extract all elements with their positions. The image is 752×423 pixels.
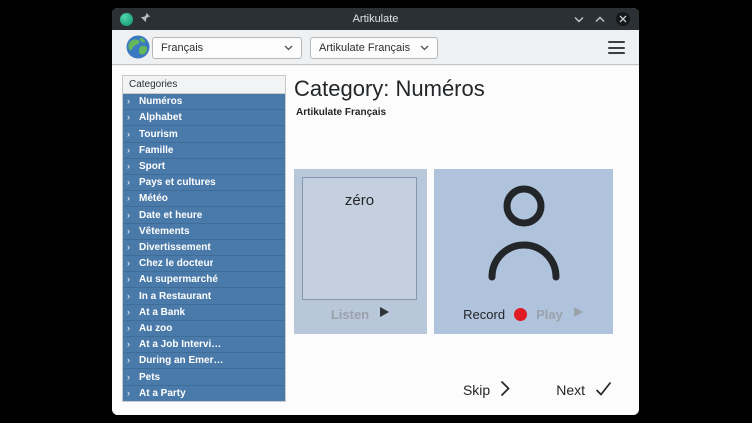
check-icon (595, 381, 612, 399)
chevron-right-icon: › (127, 340, 134, 349)
language-select[interactable]: Français (152, 37, 302, 59)
minimize-button[interactable] (574, 10, 584, 28)
sidebar-item-label: Sport (139, 161, 165, 172)
menu-button[interactable] (608, 41, 625, 54)
chevron-right-icon: › (127, 227, 134, 236)
maximize-button[interactable] (595, 10, 605, 28)
chevron-right-icon: › (127, 292, 134, 301)
sidebar-item-15[interactable]: › Au zoo (123, 321, 285, 337)
listen-play-icon[interactable] (378, 305, 390, 323)
close-button[interactable] (616, 12, 630, 26)
chevron-right-icon: › (127, 146, 134, 155)
chevron-right-icon: › (127, 324, 134, 333)
chevron-right-icon: › (127, 211, 134, 220)
language-select-value: Français (161, 42, 284, 54)
sidebar-item-9[interactable]: › Vêtements (123, 224, 285, 240)
chevron-right-icon: › (127, 243, 134, 252)
play-button-label: Play (536, 307, 563, 322)
course-select[interactable]: Artikulate Français (310, 37, 438, 59)
sidebar-item-12[interactable]: › Au supermarché (123, 272, 285, 288)
course-select-value: Artikulate Français (319, 42, 420, 54)
person-icon (434, 181, 613, 281)
sidebar-item-13[interactable]: › In a Restaurant (123, 288, 285, 304)
globe-icon (125, 34, 151, 65)
sidebar-item-label: Vêtements (139, 226, 190, 237)
chevron-down-icon (284, 42, 293, 54)
record-button-label: Record (463, 307, 505, 322)
sidebar-item-1[interactable]: › Numéros (123, 94, 285, 110)
chevron-right-icon (500, 380, 510, 400)
skip-button[interactable]: Skip (463, 380, 510, 400)
sidebar-item-label: At a Job Intervi… (139, 339, 221, 350)
artikulate-window: Artikulate (112, 8, 639, 415)
sidebar-item-label: During an Emer… (139, 355, 223, 366)
sidebar-item-3[interactable]: › Tourism (123, 126, 285, 142)
sidebar-item-label: Chez le docteur (139, 258, 213, 269)
sidebar-item-5[interactable]: › Sport (123, 159, 285, 175)
toolbar: Français Artikulate Français (112, 30, 639, 65)
chevron-right-icon: › (127, 389, 134, 398)
record-button[interactable] (514, 308, 527, 321)
sidebar-item-16[interactable]: › At a Job Intervi… (123, 337, 285, 353)
sidebar-item-10[interactable]: › Divertissement (123, 240, 285, 256)
sidebar-item-label: In a Restaurant (139, 291, 211, 302)
sidebar-item-label: Date et heure (139, 210, 202, 221)
chevron-right-icon: › (127, 259, 134, 268)
phrase-box: zéro (302, 177, 417, 300)
chevron-right-icon: › (127, 373, 134, 382)
record-card: Record Play (434, 169, 613, 334)
phrase-text: zéro (345, 192, 374, 299)
sidebar-item-label: Météo (139, 193, 168, 204)
skip-button-label: Skip (463, 382, 490, 398)
window-title: Artikulate (112, 8, 639, 30)
sidebar-item-label: Alphabet (139, 112, 182, 123)
sidebar-item-8[interactable]: › Date et heure (123, 207, 285, 223)
page-subtitle: Artikulate Français (296, 107, 386, 118)
sidebar-item-label: At a Party (139, 388, 186, 399)
sidebar-item-17[interactable]: › During an Emer… (123, 353, 285, 369)
next-button[interactable]: Next (556, 381, 612, 399)
sidebar-item-label: Numéros (139, 96, 182, 107)
sidebar-item-label: Au supermarché (139, 274, 218, 285)
sidebar-item-label: Divertissement (139, 242, 211, 253)
chevron-right-icon: › (127, 178, 134, 187)
categories-header: Categories (123, 76, 285, 94)
pin-icon[interactable] (140, 10, 151, 28)
next-button-label: Next (556, 382, 585, 398)
titlebar[interactable]: Artikulate (112, 8, 639, 30)
sidebar-item-2[interactable]: › Alphabet (123, 110, 285, 126)
sidebar-item-14[interactable]: › At a Bank (123, 305, 285, 321)
desktop-background: Artikulate (0, 0, 752, 423)
chevron-right-icon: › (127, 130, 134, 139)
chevron-right-icon: › (127, 194, 134, 203)
sidebar-item-label: At a Bank (139, 307, 185, 318)
phrase-card: zéro Listen (294, 169, 427, 334)
sidebar-item-6[interactable]: › Pays et cultures (123, 175, 285, 191)
app-icon[interactable] (120, 13, 133, 26)
chevron-right-icon: › (127, 97, 134, 106)
chevron-right-icon: › (127, 275, 134, 284)
sidebar-item-7[interactable]: › Météo (123, 191, 285, 207)
sidebar-item-4[interactable]: › Famille (123, 143, 285, 159)
chevron-down-icon (420, 42, 429, 54)
chevron-right-icon: › (127, 113, 134, 122)
sidebar-item-label: Pays et cultures (139, 177, 216, 188)
sidebar-item-19[interactable]: › At a Party (123, 386, 285, 401)
sidebar-item-label: Famille (139, 145, 173, 156)
page-title: Category: Numéros (294, 76, 485, 102)
chevron-right-icon: › (127, 162, 134, 171)
sidebar-item-label: Tourism (139, 129, 178, 140)
sidebar-item-label: Au zoo (139, 323, 172, 334)
sidebar-item-label: Pets (139, 372, 160, 383)
chevron-right-icon: › (127, 308, 134, 317)
bottom-nav: Skip Next (463, 380, 612, 400)
sidebar-item-18[interactable]: › Pets (123, 369, 285, 385)
category-list: › Numéros › Alphabet › Tourism › Famille… (123, 94, 285, 401)
categories-panel: Categories › Numéros › Alphabet › Touris… (122, 75, 286, 402)
sidebar-item-11[interactable]: › Chez le docteur (123, 256, 285, 272)
content-area: Categories › Numéros › Alphabet › Touris… (112, 66, 639, 415)
chevron-right-icon: › (127, 356, 134, 365)
play-icon[interactable] (572, 305, 584, 323)
listen-button-label: Listen (331, 307, 369, 322)
